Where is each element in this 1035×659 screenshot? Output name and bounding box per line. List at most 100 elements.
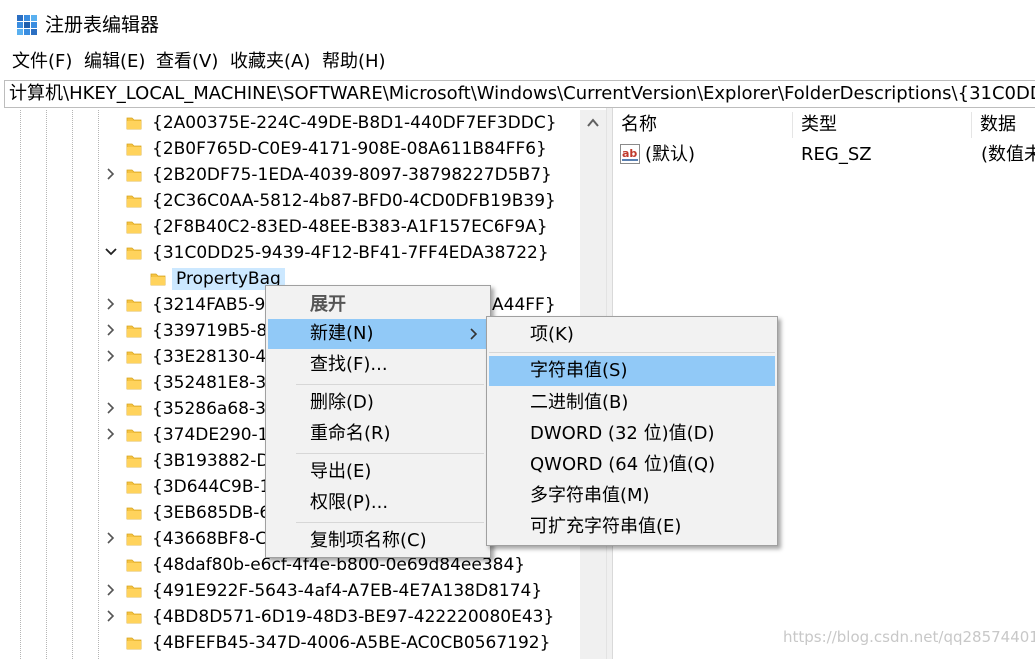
tree-node-label: {43668BF8-C — [152, 529, 268, 549]
menu-separator — [296, 522, 484, 523]
folder-icon — [126, 351, 142, 364]
folder-icon — [126, 429, 142, 442]
menu-edit[interactable]: 编辑(E) — [84, 50, 145, 74]
folder-icon — [126, 221, 142, 234]
chevron-right-icon[interactable] — [104, 531, 118, 545]
chevron-right-icon[interactable] — [104, 609, 118, 623]
menu-item-label: DWORD (32 位)值(D) — [530, 423, 715, 444]
folder-icon — [126, 455, 142, 468]
tree-node[interactable]: {2C36C0AA-5812-4b87-BFD0-4CD0DFB19B39} — [0, 188, 580, 214]
tree-node[interactable]: {4BD8D571-6D19-48D3-BE97-422220080E43} — [0, 604, 580, 630]
tree-node[interactable]: {31C0DD25-9439-4F12-BF41-7FF4EDA38722} — [0, 240, 580, 266]
tree-node[interactable]: {2B0F765D-C0E9-4171-908E-08A611B84FF6} — [0, 136, 580, 162]
column-data-header[interactable]: 数据 — [972, 108, 1035, 142]
folder-icon — [126, 143, 142, 156]
menu-item-label: 重命名(R) — [310, 423, 391, 444]
menu-item-find[interactable]: 查找(F)... — [266, 350, 490, 380]
tree-node[interactable]: {2B20DF75-1EDA-4039-8097-38798227D5B7} — [0, 162, 580, 188]
new-submenu: 项(K) 字符串值(S) 二进制值(B) DWORD (32 位)值(D) QW… — [486, 316, 778, 546]
folder-icon — [126, 403, 142, 416]
menu-bar: 文件(F) 编辑(E) 查看(V) 收藏夹(A) 帮助(H) — [0, 48, 1035, 76]
folder-icon — [126, 247, 142, 260]
chevron-right-icon[interactable] — [104, 349, 118, 363]
menu-item-permissions[interactable]: 权限(P)... — [266, 488, 490, 518]
tree-node-label: {374DE290-1 — [152, 425, 269, 445]
tree-node-label: {4BD8D571-6D19-48D3-BE97-422220080E43} — [152, 607, 555, 627]
menu-item-copy-key-name[interactable]: 复制项名称(C) — [266, 526, 490, 556]
tree-node[interactable]: {2F8B40C2-83ED-48EE-B383-A1F157EC6F9A} — [0, 214, 580, 240]
folder-icon — [126, 377, 142, 390]
submenu-arrow-icon — [470, 328, 478, 340]
value-type: REG_SZ — [801, 144, 872, 165]
tree-node-label: {33E28130-4 — [152, 347, 267, 367]
tree-node-label: {2F8B40C2-83ED-48EE-B383-A1F157EC6F9A} — [152, 217, 548, 237]
menu-item-new-binary-value[interactable]: 二进制值(B) — [487, 388, 777, 418]
folder-icon — [126, 299, 142, 312]
folder-icon — [150, 273, 166, 286]
menu-item-new-multi-string-value[interactable]: 多字符串值(M) — [487, 481, 777, 511]
menu-item-new-key[interactable]: 项(K) — [487, 320, 777, 350]
folder-icon — [126, 481, 142, 494]
menu-separator — [296, 453, 484, 454]
folder-icon — [126, 637, 142, 650]
menu-item-rename[interactable]: 重命名(R) — [266, 419, 490, 449]
tree-node-label: {35286a68-3 — [152, 399, 266, 419]
tree-node-label-tail: A44FF} — [492, 295, 556, 315]
column-type-header[interactable]: 类型 — [793, 108, 971, 142]
menu-item-label: 删除(D) — [310, 392, 374, 413]
menu-item-label: 多字符串值(M) — [530, 485, 650, 506]
tree-node[interactable]: {4BFEFB45-347D-4006-A5BE-AC0CB0567192} — [0, 630, 580, 656]
address-text[interactable]: 计算机\HKEY_LOCAL_MACHINE\SOFTWARE\Microsof… — [9, 81, 1035, 107]
address-bar[interactable]: 计算机\HKEY_LOCAL_MACHINE\SOFTWARE\Microsof… — [4, 80, 1035, 108]
menu-item-delete[interactable]: 删除(D) — [266, 388, 490, 418]
menu-separator — [296, 384, 484, 385]
tree-node-label: {3D644C9B-1 — [152, 477, 271, 497]
chevron-down-icon[interactable] — [104, 245, 118, 259]
tree-node-label: {491E922F-5643-4af4-A7EB-4E7A138D8174} — [152, 581, 543, 601]
tree-node-label: {31C0DD25-9439-4F12-BF41-7FF4EDA38722} — [152, 243, 549, 263]
folder-icon — [126, 169, 142, 182]
tree-node-label: {2B20DF75-1EDA-4039-8097-38798227D5B7} — [152, 165, 552, 185]
tree-node-label: {352481E8-3 — [152, 373, 267, 393]
menu-view[interactable]: 查看(V) — [156, 50, 218, 74]
menu-item-label: 展开 — [310, 294, 346, 315]
menu-item-label: 导出(E) — [310, 461, 372, 482]
menu-favorites[interactable]: 收藏夹(A) — [230, 50, 310, 74]
tree-node[interactable]: {2A00375E-224C-49DE-B8D1-440DF7EF3DDC} — [0, 110, 580, 136]
menu-file[interactable]: 文件(F) — [12, 50, 72, 74]
list-item[interactable]: ab (默认) REG_SZ (数值未 — [613, 142, 1035, 168]
tree-node-label: {3EB685DB-6 — [152, 503, 271, 523]
svg-text:ab: ab — [622, 147, 637, 160]
menu-item-new[interactable]: 新建(N) — [268, 319, 488, 349]
column-name-header[interactable]: 名称 — [613, 108, 793, 142]
string-value-icon: ab — [620, 144, 640, 164]
scroll-up-arrow-icon[interactable] — [586, 116, 600, 130]
tree-node-label: {339719B5-8 — [152, 321, 268, 341]
menu-item-new-dword-value[interactable]: DWORD (32 位)值(D) — [487, 419, 777, 449]
menu-item-new-expandable-string-value[interactable]: 可扩充字符串值(E) — [487, 512, 777, 542]
folder-icon — [126, 195, 142, 208]
tree-node-label: {3214FAB5-9 — [152, 295, 266, 315]
menu-item-new-qword-value[interactable]: QWORD (64 位)值(Q) — [487, 450, 777, 480]
chevron-right-icon[interactable] — [104, 583, 118, 597]
tree-node-label: {2A00375E-224C-49DE-B8D1-440DF7EF3DDC} — [152, 113, 557, 133]
title-bar: 注册表编辑器 — [0, 0, 1035, 44]
menu-item-label: 新建(N) — [310, 323, 374, 344]
chevron-right-icon[interactable] — [104, 167, 118, 181]
folder-icon — [126, 325, 142, 338]
menu-item-new-string-value[interactable]: 字符串值(S) — [489, 356, 775, 386]
menu-help[interactable]: 帮助(H) — [322, 50, 386, 74]
value-data: (数值未 — [981, 144, 1035, 165]
chevron-right-icon[interactable] — [104, 401, 118, 415]
tree-node-label: {2C36C0AA-5812-4b87-BFD0-4CD0DFB19B39} — [152, 191, 556, 211]
tree-node[interactable]: {491E922F-5643-4af4-A7EB-4E7A138D8174} — [0, 578, 580, 604]
menu-item-label: 查找(F)... — [310, 354, 388, 375]
menu-item-export[interactable]: 导出(E) — [266, 457, 490, 487]
chevron-right-icon[interactable] — [104, 323, 118, 337]
context-menu: 展开 新建(N) 查找(F)... 删除(D) 重命名(R) 导出(E) 权限(… — [265, 285, 491, 558]
menu-separator — [489, 352, 775, 353]
chevron-right-icon[interactable] — [104, 427, 118, 441]
menu-item-expand[interactable]: 展开 — [266, 290, 490, 320]
chevron-right-icon[interactable] — [104, 297, 118, 311]
tree-node-label: {2B0F765D-C0E9-4171-908E-08A611B84FF6} — [152, 139, 547, 159]
